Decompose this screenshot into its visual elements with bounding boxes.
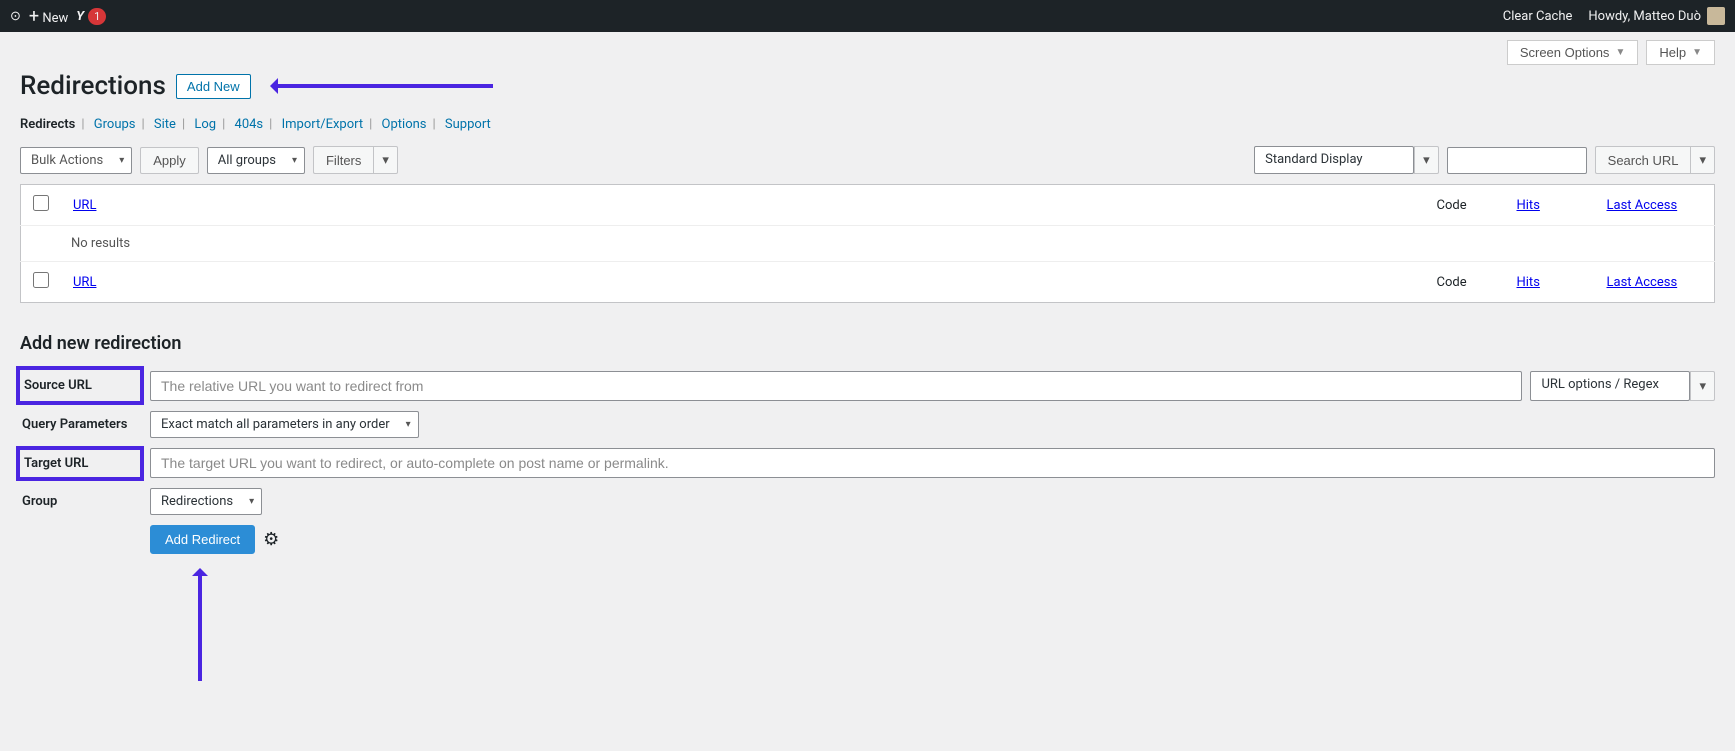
screen-meta-actions: Screen Options ▼ Help ▼ — [0, 32, 1735, 65]
apply-button[interactable]: Apply — [140, 147, 199, 174]
tab-options[interactable]: Options — [382, 117, 427, 132]
list-toolbar: Bulk Actions ▾ Apply All groups ▾ Filter… — [20, 146, 1715, 174]
group-select[interactable]: Redirections ▾ — [150, 488, 262, 515]
add-redirect-button[interactable]: Add Redirect — [150, 525, 255, 554]
redirects-table: URL Code Hits Last Access No results URL… — [20, 184, 1715, 303]
target-url-label: Target URL — [20, 450, 140, 477]
search-input[interactable] — [1447, 147, 1587, 174]
form-row-group: Group Redirections ▾ — [20, 488, 1715, 515]
col-last-access[interactable]: Last Access — [1607, 198, 1678, 213]
annotation-arrow-horizontal — [273, 84, 493, 88]
form-row-query: Query Parameters Exact match all paramet… — [20, 411, 1715, 438]
table-footer-row: URL Code Hits Last Access — [21, 262, 1715, 303]
form-row-target: Target URL — [20, 448, 1715, 478]
clear-cache-button[interactable]: Clear Cache — [1503, 9, 1573, 24]
user-greeting[interactable]: Howdy, Matteo Duò — [1588, 7, 1725, 25]
notification-badge: 1 — [88, 8, 106, 25]
target-url-input[interactable] — [150, 448, 1715, 478]
tab-support[interactable]: Support — [445, 117, 491, 132]
form-row-submit: Add Redirect ⚙ — [20, 525, 1715, 554]
yoast-icon[interactable]: Y 1 — [76, 8, 106, 25]
chevron-down-icon: ▾ — [1690, 146, 1715, 174]
query-params-select[interactable]: Exact match all parameters in any order … — [150, 411, 419, 438]
url-options-select[interactable]: URL options / Regex ▾ — [1530, 371, 1715, 401]
source-url-label: Source URL — [20, 370, 140, 401]
query-params-label: Query Parameters — [20, 417, 140, 432]
col-hits-footer[interactable]: Hits — [1517, 275, 1540, 290]
form-heading: Add new redirection — [20, 333, 1715, 354]
search-url-button[interactable]: Search URL ▾ — [1595, 146, 1715, 174]
chevron-down-icon: ▼ — [1692, 47, 1702, 58]
chevron-down-icon: ▼ — [1615, 47, 1625, 58]
admin-bar: ⊙ + New Y 1 Clear Cache Howdy, Matteo Du… — [0, 0, 1735, 32]
subnav-tabs: Redirects| Groups| Site| Log| 404s| Impo… — [20, 117, 1715, 132]
gear-icon[interactable]: ⚙ — [263, 529, 279, 550]
chevron-down-icon: ▾ — [373, 146, 398, 174]
tab-log[interactable]: Log — [194, 117, 216, 132]
annotation-arrow-vertical — [198, 571, 202, 681]
filters-button[interactable]: Filters ▾ — [313, 146, 398, 174]
chevron-down-icon: ▾ — [1414, 146, 1439, 174]
select-all-checkbox[interactable] — [33, 195, 49, 211]
page-title: Redirections — [20, 71, 166, 101]
page-heading: Redirections Add New — [20, 71, 1715, 101]
plus-icon: + — [29, 6, 39, 27]
tab-groups[interactable]: Groups — [94, 117, 136, 132]
new-content-button[interactable]: + New — [29, 6, 68, 27]
bulk-actions-select[interactable]: Bulk Actions ▾ — [20, 147, 132, 174]
col-url-footer[interactable]: URL — [73, 275, 96, 290]
site-menu-icon[interactable]: ⊙ — [10, 9, 21, 24]
no-results-text: No results — [21, 226, 1715, 262]
screen-options-button[interactable]: Screen Options ▼ — [1507, 40, 1639, 65]
avatar — [1707, 7, 1725, 25]
display-mode-select[interactable]: Standard Display ▾ — [1254, 146, 1439, 174]
col-hits[interactable]: Hits — [1517, 198, 1540, 213]
col-code-footer: Code — [1425, 262, 1505, 303]
group-filter-select[interactable]: All groups ▾ — [207, 147, 305, 174]
tab-import-export[interactable]: Import/Export — [282, 117, 364, 132]
table-row-empty: No results — [21, 226, 1715, 262]
col-code: Code — [1425, 185, 1505, 226]
tab-redirects[interactable]: Redirects — [20, 117, 75, 132]
select-all-checkbox-footer[interactable] — [33, 272, 49, 288]
tab-site[interactable]: Site — [154, 117, 176, 132]
col-url[interactable]: URL — [73, 198, 96, 213]
form-row-source: Source URL URL options / Regex ▾ — [20, 370, 1715, 401]
table-header-row: URL Code Hits Last Access — [21, 185, 1715, 226]
chevron-down-icon: ▾ — [1690, 371, 1715, 401]
tab-404s[interactable]: 404s — [235, 117, 264, 132]
help-button[interactable]: Help ▼ — [1646, 40, 1715, 65]
col-last-access-footer[interactable]: Last Access — [1607, 275, 1678, 290]
group-label: Group — [20, 494, 140, 509]
add-new-button[interactable]: Add New — [176, 74, 251, 99]
source-url-input[interactable] — [150, 371, 1522, 401]
